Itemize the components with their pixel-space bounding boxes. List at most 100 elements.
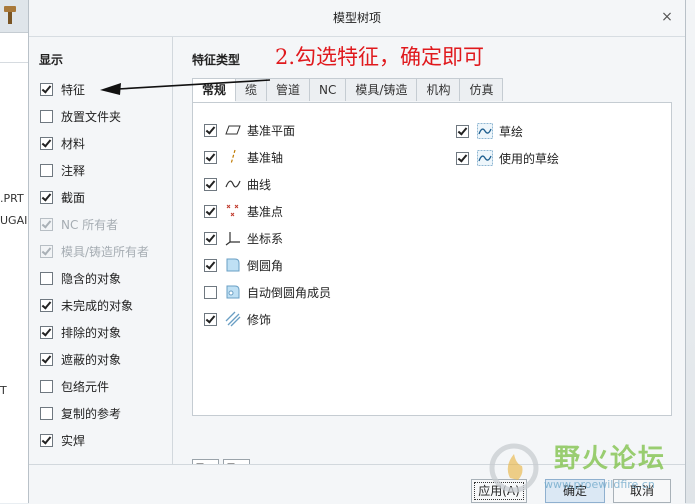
display-option-row[interactable]: 放置文件夹 — [40, 107, 121, 125]
feature-type-label: 草绘 — [499, 124, 524, 139]
feature-type-row[interactable]: 自动倒圆角成员 — [204, 283, 331, 301]
ok-button[interactable]: 确定 — [545, 479, 605, 503]
background-text: .PRT — [0, 192, 24, 205]
datum-plane-icon — [225, 122, 241, 138]
tab-0[interactable]: 常规 — [192, 78, 236, 103]
feature-type-label: 倒圆角 — [247, 258, 284, 273]
general-tab-content: 基准平面基准轴曲线基准点坐标系倒圆角自动倒圆角成员 修饰 草绘使用的草绘 — [192, 102, 672, 416]
display-option-label: NC 所有者 — [61, 217, 119, 232]
feature-type-checkbox[interactable] — [456, 151, 469, 165]
tab-2[interactable]: 管道 — [266, 78, 310, 101]
display-option-label: 注释 — [61, 163, 86, 178]
feature-type-label: 修饰 — [247, 312, 272, 327]
curve-icon — [225, 176, 241, 192]
feature-type-row[interactable]: 基准轴 — [204, 148, 283, 166]
feature-type-label: 基准点 — [247, 204, 284, 219]
feature-type-checkbox[interactable] — [456, 124, 469, 138]
close-icon[interactable]: × — [659, 9, 675, 25]
display-option-checkbox[interactable] — [40, 163, 53, 177]
background-divider — [0, 62, 28, 63]
display-option-checkbox[interactable] — [40, 433, 53, 447]
feature-type-label: 基准平面 — [247, 123, 296, 138]
display-option-label: 隐含的对象 — [61, 271, 122, 286]
display-option-row[interactable]: 截面 — [40, 188, 85, 206]
display-option-row[interactable]: 排除的对象 — [40, 323, 121, 341]
feature-type-checkbox[interactable] — [204, 231, 217, 245]
display-option-checkbox[interactable] — [40, 190, 53, 204]
tab-4[interactable]: 模具/铸造 — [345, 78, 417, 101]
cancel-button[interactable]: 取消 — [613, 479, 671, 503]
feature-type-checkbox[interactable] — [204, 123, 217, 137]
dialog-title: 模型树项 — [332, 11, 381, 25]
display-option-row[interactable]: 实焊 — [40, 431, 85, 449]
feature-type-checkbox[interactable] — [204, 204, 217, 218]
datum-axis-icon — [225, 149, 241, 165]
coordinate-system-icon — [225, 230, 241, 246]
feature-type-row[interactable]: 曲线 — [204, 175, 271, 193]
sketch-icon — [477, 123, 493, 139]
display-option-label: 未完成的对象 — [61, 298, 134, 313]
cosmetic-icon — [225, 311, 241, 327]
display-option-checkbox[interactable] — [40, 406, 53, 420]
feature-type-checkbox[interactable] — [204, 150, 217, 164]
feature-type-checkbox[interactable] — [204, 177, 217, 191]
feature-type-label: 使用的草绘 — [499, 151, 560, 166]
feature-type-row[interactable]: 草绘 — [456, 122, 523, 140]
tab-6[interactable]: 仿真 — [459, 78, 504, 101]
display-option-label: 实焊 — [61, 433, 86, 448]
dialog-footer: 应用(A) 确定 取消 — [29, 464, 685, 504]
feature-type-checkbox[interactable] — [204, 258, 217, 272]
display-option-row[interactable]: 包络元件 — [40, 377, 109, 395]
display-option-label: 遮蔽的对象 — [61, 352, 122, 367]
datum-point-icon — [225, 203, 241, 219]
background-toolbar — [0, 0, 28, 33]
background-app-strip: .PRT UGAI T — [0, 0, 29, 503]
feature-type-row[interactable]: 修饰 — [204, 310, 271, 328]
display-option-row[interactable]: 注释 — [40, 161, 85, 179]
display-option-checkbox — [40, 244, 53, 258]
display-option-row[interactable]: 未完成的对象 — [40, 296, 133, 314]
display-option-checkbox[interactable] — [40, 82, 53, 96]
tab-5[interactable]: 机构 — [416, 78, 460, 101]
display-option-row[interactable]: 遮蔽的对象 — [40, 350, 121, 368]
instruction-annotation: 2.勾选特征，确定即可 — [275, 45, 485, 69]
display-option-label: 模具/铸造所有者 — [61, 244, 150, 259]
display-option-label: 复制的参考 — [61, 406, 122, 421]
display-option-checkbox[interactable] — [40, 109, 53, 123]
feature-type-row[interactable]: 基准平面 — [204, 121, 295, 139]
display-option-row[interactable]: 材料 — [40, 134, 85, 152]
round-icon — [225, 257, 241, 273]
tab-3[interactable]: NC — [309, 78, 346, 101]
display-option-checkbox[interactable] — [40, 352, 53, 366]
display-option-checkbox[interactable] — [40, 298, 53, 312]
feature-type-label: 坐标系 — [247, 231, 284, 246]
feature-type-checkbox[interactable] — [204, 285, 217, 299]
display-option-row: 模具/铸造所有者 — [40, 242, 149, 260]
feature-type-label: 曲线 — [247, 177, 272, 192]
used-sketch-icon — [477, 150, 493, 166]
display-option-checkbox[interactable] — [40, 136, 53, 150]
display-option-label: 特征 — [61, 82, 86, 97]
feature-type-panel: 特征类型 2.勾选特征，确定即可 常规缆管道 NC 模具/铸造 机构 仿真 基准平面 基准… — [173, 37, 685, 486]
tab-1[interactable]: 缆 — [235, 78, 267, 101]
feature-type-checkbox[interactable] — [204, 312, 217, 326]
display-option-row[interactable]: 隐含的对象 — [40, 269, 121, 287]
feature-type-row[interactable]: 倒圆角 — [204, 256, 283, 274]
background-text: T — [0, 384, 7, 397]
feature-type-row[interactable]: 坐标系 — [204, 229, 283, 247]
apply-button[interactable]: 应用(A) — [471, 479, 527, 503]
display-option-checkbox[interactable] — [40, 271, 53, 285]
feature-type-row[interactable]: 使用的草绘 — [456, 149, 559, 167]
display-option-label: 放置文件夹 — [61, 109, 122, 124]
display-panel: 显示 特征放置文件夹材料注释截面 NC 所有者模具/铸造所有者 隐含的对象未完成的对… — [29, 37, 173, 464]
feature-type-label: 自动倒圆角成员 — [247, 285, 332, 300]
display-option-row[interactable]: 复制的参考 — [40, 404, 121, 422]
hammer-icon — [4, 6, 16, 24]
display-option-checkbox[interactable] — [40, 325, 53, 339]
display-option-checkbox[interactable] — [40, 379, 53, 393]
display-option-checkbox — [40, 217, 53, 231]
display-option-row: NC 所有者 — [40, 215, 118, 233]
display-section-label: 显示 — [39, 53, 64, 67]
display-option-row[interactable]: 特征 — [40, 80, 85, 98]
feature-type-row[interactable]: 基准点 — [204, 202, 283, 220]
